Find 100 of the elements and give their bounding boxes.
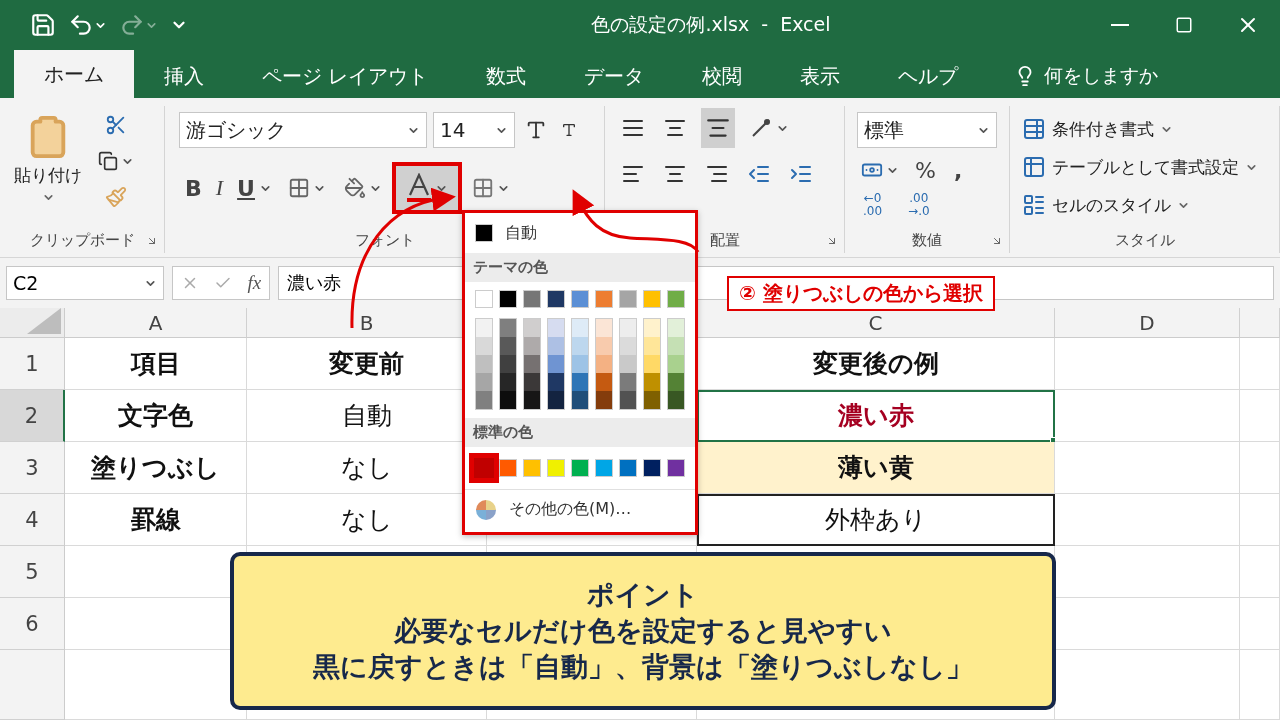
color-swatch [475,224,493,242]
decrease-decimal-button[interactable]: .00 →.0 [902,192,936,218]
color-swatch[interactable] [644,373,660,391]
color-swatch[interactable] [668,355,684,373]
table-cell: 塗りつぶし [65,442,247,494]
color-swatch[interactable] [524,355,540,373]
ribbon-tab[interactable]: データ [562,54,667,98]
color-swatch[interactable] [524,337,540,355]
color-swatch[interactable] [596,355,612,373]
color-swatch[interactable] [596,391,612,409]
color-swatch[interactable] [476,373,492,391]
color-swatch[interactable] [644,319,660,337]
name-box[interactable]: C2 [6,266,164,300]
color-swatch[interactable] [644,355,660,373]
paste-button[interactable]: 貼り付け [10,110,86,223]
more-colors-item[interactable]: その他の色(M)… [465,489,695,529]
color-swatch[interactable] [620,373,636,391]
color-swatch[interactable] [524,373,540,391]
color-swatch[interactable] [596,373,612,391]
color-swatch[interactable] [668,337,684,355]
color-swatch[interactable] [596,319,612,337]
redo-icon [119,12,145,38]
row-header[interactable]: 3 [0,442,65,494]
color-swatch[interactable] [572,337,588,355]
brush-icon [105,186,127,208]
insert-function-button[interactable]: fx [247,272,262,294]
underline-button[interactable]: U [231,170,278,206]
dialog-launcher-icon[interactable] [991,235,1003,247]
color-swatch[interactable] [476,337,492,355]
paint-bucket-icon [344,177,366,199]
comma-button[interactable]: , [947,152,969,188]
styles-menu-button[interactable]: テーブルとして書式設定 [1018,148,1262,186]
row-header[interactable]: 6 [0,598,65,650]
table-cell: 罫線 [65,494,247,546]
color-swatch[interactable] [620,337,636,355]
ribbon-tab[interactable]: 表示 [778,54,863,98]
color-swatch[interactable] [668,319,684,337]
color-swatch[interactable] [469,453,499,483]
color-swatch[interactable] [500,373,516,391]
row-header[interactable]: 5 [0,546,65,598]
color-swatch[interactable] [476,319,492,337]
font-color-icon [406,173,432,203]
automatic-color-item[interactable]: 自動 [465,213,695,253]
row-header[interactable]: 2 [0,390,65,442]
color-swatch[interactable] [524,319,540,337]
ribbon-tab[interactable]: 挿入 [142,54,226,98]
color-swatch[interactable] [668,391,684,409]
column-header[interactable] [1240,308,1280,338]
color-swatch[interactable] [620,355,636,373]
color-swatch[interactable] [572,355,588,373]
ribbon-tab[interactable]: 数式 [464,54,549,98]
dialog-launcher-icon[interactable] [146,235,158,247]
color-swatch[interactable] [548,391,564,409]
color-swatch[interactable] [644,391,660,409]
row-header[interactable] [0,650,65,720]
color-swatch[interactable] [476,391,492,409]
row-header[interactable]: 1 [0,338,65,390]
undo-icon [68,12,94,38]
grid-icon [288,177,310,199]
color-swatch[interactable] [476,355,492,373]
ribbon-tab[interactable]: 校閲 [680,54,765,98]
color-swatch[interactable] [644,337,660,355]
table-cell: 変更後の例 [697,338,1055,390]
group-label: 配置 [707,230,742,250]
column-header[interactable]: A [65,308,247,338]
color-swatch[interactable] [596,337,612,355]
ribbon-tab[interactable]: ページ レイアウト [240,54,451,98]
column-header[interactable]: D [1055,308,1240,338]
color-swatch[interactable] [548,337,564,355]
color-swatch[interactable] [500,355,516,373]
number-format-field[interactable]: 標準 [857,112,997,148]
styles-menu-button[interactable]: セルのスタイル [1018,186,1262,224]
tell-me-search[interactable]: 何をしますか [1008,54,1165,98]
ribbon-tab[interactable]: ヘルプ [876,54,981,98]
color-swatch[interactable] [548,373,564,391]
bottom-align-button[interactable] [701,108,735,148]
color-swatch[interactable] [572,391,588,409]
dialog-launcher-icon[interactable] [826,235,838,247]
bold-button[interactable]: B [179,170,208,206]
letter-icon [525,119,547,141]
font-size-field[interactable]: 14 [433,112,515,148]
color-swatch[interactable] [500,337,516,355]
color-swatch[interactable] [572,319,588,337]
italic-button[interactable]: I [209,170,230,206]
ribbon-tab[interactable]: ホーム [14,50,134,98]
color-swatch[interactable] [572,373,588,391]
color-swatch[interactable] [548,355,564,373]
color-swatch[interactable] [548,319,564,337]
row-header[interactable]: 4 [0,494,65,546]
percent-button[interactable]: % [909,152,942,188]
color-swatch[interactable] [500,319,516,337]
color-swatch[interactable] [668,373,684,391]
font-name-field[interactable]: 游ゴシック [179,112,427,148]
color-swatch[interactable] [500,391,516,409]
color-swatch[interactable] [620,319,636,337]
select-all-button[interactable] [0,308,65,338]
color-swatch[interactable] [524,391,540,409]
increase-decimal-button[interactable]: ←0 .00 [857,192,889,218]
color-swatch[interactable] [620,391,636,409]
styles-menu-button[interactable]: 条件付き書式 [1018,110,1262,148]
